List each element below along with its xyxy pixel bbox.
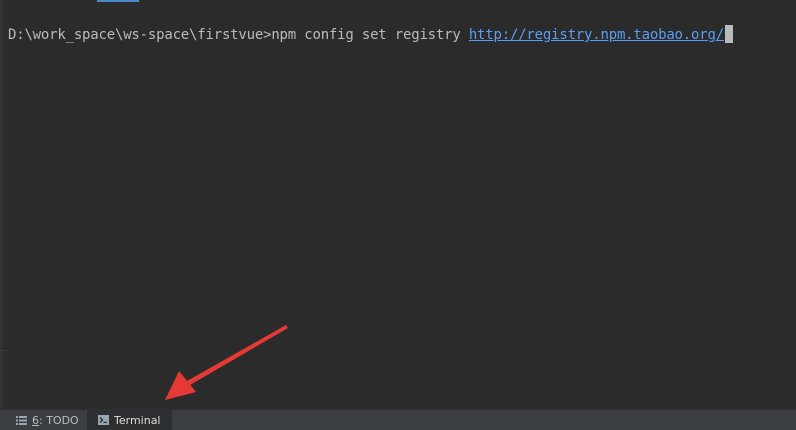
active-tab-indicator — [97, 0, 139, 2]
terminal-tab-label: Terminal — [114, 413, 161, 427]
divider — [0, 350, 8, 351]
terminal-icon — [98, 415, 109, 425]
terminal-panel[interactable]: D:\work_space\ws-space\firstvue>npm conf… — [0, 0, 796, 409]
tool-window-bar: 6: TODO Terminal — [0, 409, 796, 430]
todo-mnemonic: 6 — [32, 413, 39, 427]
left-gutter — [0, 0, 3, 409]
todo-label-text: : TODO — [39, 413, 79, 427]
text-cursor — [724, 25, 733, 43]
terminal-line: D:\work_space\ws-space\firstvue>npm conf… — [8, 25, 733, 45]
todo-tab-label: 6: TODO — [32, 414, 79, 427]
todo-tool-tab[interactable]: 6: TODO — [8, 410, 87, 430]
terminal-command: npm config set registry — [271, 27, 469, 43]
terminal-tool-tab[interactable]: Terminal — [87, 410, 172, 430]
ide-window: D:\work_space\ws-space\firstvue>npm conf… — [0, 0, 796, 430]
list-icon — [16, 415, 27, 425]
terminal-prompt: D:\work_space\ws-space\firstvue> — [8, 27, 272, 43]
registry-url-link[interactable]: http://registry.npm.taobao.org/ — [469, 27, 724, 43]
